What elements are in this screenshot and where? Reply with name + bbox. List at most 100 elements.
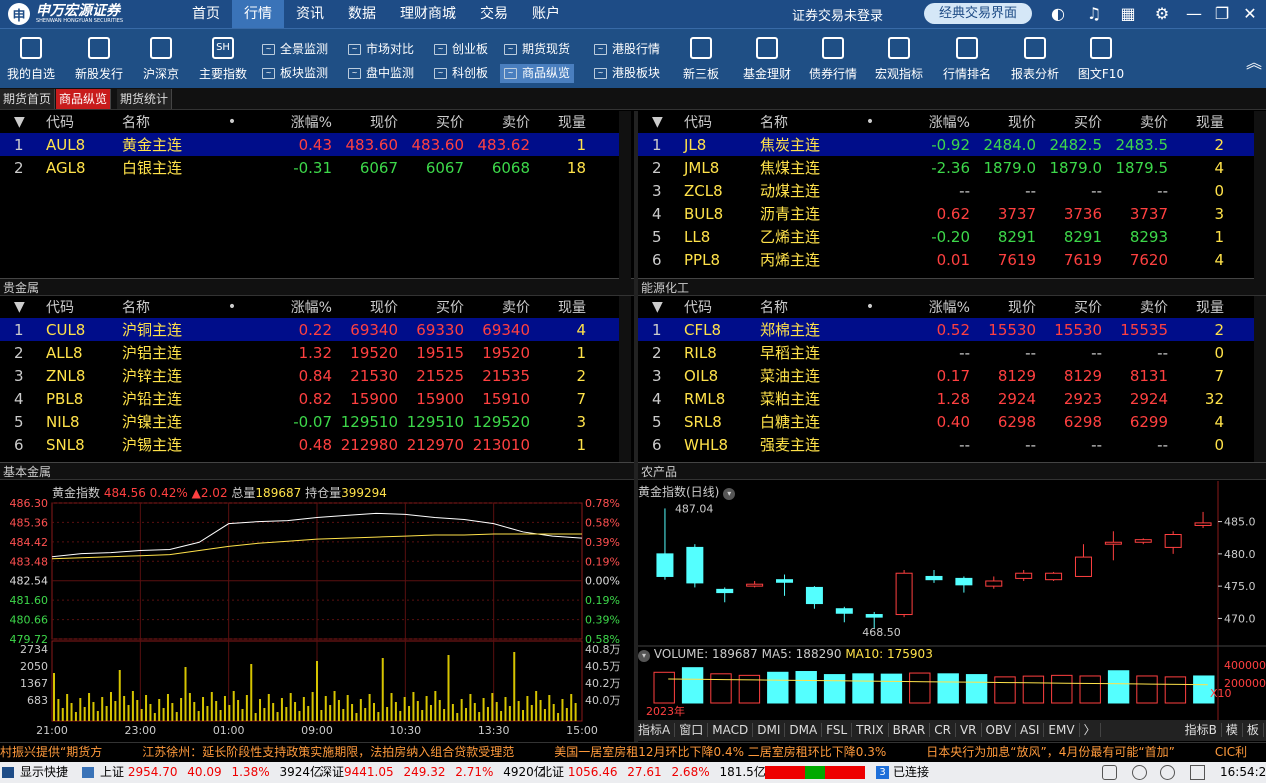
col-header-5[interactable]: 买价 <box>1040 112 1106 132</box>
chevron-down-icon[interactable]: ▾ <box>638 650 650 662</box>
col-header-4[interactable]: 现价 <box>974 112 1040 132</box>
col-header-6[interactable]: 卖价 <box>1106 297 1172 317</box>
quick-btn-0-0[interactable]: ~ 全景监测 <box>258 40 332 59</box>
table-row[interactable]: 4 RML8 菜粕主连 1.28 2924 2923 2924 32 <box>638 387 1266 410</box>
sound-icon[interactable] <box>1160 765 1175 780</box>
indicator-tab-2[interactable]: MACD <box>708 723 754 737</box>
ticker-item[interactable]: CIC利 <box>1215 745 1247 759</box>
col-header-6[interactable]: 卖价 <box>1106 112 1172 132</box>
indicator-tab-16[interactable]: 板 <box>1242 723 1264 737</box>
kline-chart[interactable]: 黄金指数(日线) ▾ 485.0 480.0 475.0 470.0 487.04 468… <box>638 481 1266 720</box>
headset-icon[interactable]: ♫ <box>1084 4 1104 24</box>
nav-item-0[interactable]: 首页 <box>180 0 232 28</box>
news-ticker[interactable]: 村振兴提供“期货方 江苏徐州：延长阶段性支持政策实施期限，法拍房纳入组合贷款受理范… <box>0 742 1266 762</box>
col-header-1[interactable]: 名称 <box>114 297 210 317</box>
restore-icon[interactable]: ❐ <box>1212 4 1232 24</box>
col-header-0[interactable]: 代码 <box>38 112 114 132</box>
col-header-1[interactable]: 名称 <box>752 297 848 317</box>
toolbar-btn-2[interactable]: 沪深京 <box>130 35 192 82</box>
indicator-tab-7[interactable]: BRAR <box>888 723 931 737</box>
quick-btn-0-1[interactable]: ~ 板块监测 <box>258 64 332 83</box>
indicator-tab-8[interactable]: CR <box>930 723 956 737</box>
tab-futures-home[interactable]: 期货首页 <box>0 89 56 109</box>
quick-btn-3-0[interactable]: ~ 期货现货 <box>500 40 574 59</box>
indicator-tab-13[interactable]: 〉 <box>1079 723 1101 737</box>
col-header-6[interactable]: 卖价 <box>468 297 534 317</box>
indicator-tab-14[interactable]: 指标B <box>1180 723 1222 737</box>
quick-btn-3-1[interactable]: ~ 商品纵览 <box>500 64 575 83</box>
col-header-0[interactable]: 代码 <box>676 112 752 132</box>
nav-item-2[interactable]: 资讯 <box>284 0 336 28</box>
tab-futures-stats[interactable]: 期货统计 <box>117 89 173 109</box>
col-header-5[interactable]: 买价 <box>402 297 468 317</box>
nav-item-3[interactable]: 数据 <box>336 0 388 28</box>
search-icon[interactable] <box>1132 765 1147 780</box>
intraday-chart[interactable]: 黄金指数 484.56 0.42% ▲2.02 总量189687 持仓量3992… <box>0 481 634 742</box>
col-header-2[interactable]: • <box>848 114 892 130</box>
quick-btn-2-0[interactable]: ~ 创业板 <box>430 40 492 59</box>
tab-commodity-overview[interactable]: 商品纵览 <box>56 89 112 109</box>
table-row[interactable]: 3 ZNL8 沪锌主连 0.84 21530 21525 21535 2 <box>0 364 630 387</box>
col-header-0[interactable]: 代码 <box>676 297 752 317</box>
toolbar-right-btn-5[interactable]: 报表分析 <box>1004 35 1066 82</box>
quick-btn-2-1[interactable]: ~ 科创板 <box>430 64 492 83</box>
table-row[interactable]: 5 SRL8 白糖主连 0.40 6298 6298 6299 4 <box>638 410 1266 433</box>
table-row[interactable]: 2 AGL8 白银主连 -0.31 6067 6067 6068 18 <box>0 156 630 179</box>
indicator-tab-5[interactable]: FSL <box>822 723 853 737</box>
col-header-7[interactable]: 现量 <box>534 112 590 132</box>
scrollbar-mr[interactable] <box>1254 296 1266 462</box>
col-header-4[interactable]: 现价 <box>336 297 402 317</box>
col-header-2[interactable]: • <box>848 299 892 315</box>
grid-icon[interactable]: ▦ <box>1118 4 1138 24</box>
table-row[interactable]: 5 NIL8 沪镍主连 -0.07 129510 129510 129520 3 <box>0 410 630 433</box>
scrollbar-tr[interactable] <box>1254 111 1266 279</box>
toolbar-right-btn-1[interactable]: 基金理财 <box>736 35 798 82</box>
table-row[interactable]: 1 AUL8 黄金主连 0.43 483.60 483.60 483.62 1 <box>0 133 630 156</box>
table-row[interactable]: 4 PBL8 沪铅主连 0.82 15900 15900 15910 7 <box>0 387 630 410</box>
col-header-2[interactable]: • <box>210 299 254 315</box>
col-header-6[interactable]: 卖价 <box>468 112 534 132</box>
table-row[interactable]: 2 ALL8 沪铝主连 1.32 19520 19515 19520 1 <box>0 341 630 364</box>
sort-arrow-icon[interactable]: ▼ <box>638 114 676 130</box>
toolbar-btn-0[interactable]: 我的自选 <box>0 35 62 82</box>
scrollbar-ml[interactable] <box>619 296 631 462</box>
col-header-7[interactable]: 现量 <box>1172 112 1228 132</box>
scrollbar-tl[interactable] <box>619 111 631 279</box>
ticker-item[interactable]: 美国一居室房租12月环比下降0.4% 二居室房租环比下降0.3% <box>554 745 886 759</box>
col-header-7[interactable]: 现量 <box>1172 297 1228 317</box>
table-row[interactable]: 5 LL8 乙烯主连 -0.20 8291 8291 8293 1 <box>638 225 1266 248</box>
sort-arrow-icon[interactable]: ▼ <box>0 114 38 130</box>
classic-trade-button[interactable]: 经典交易界面 <box>924 3 1032 24</box>
sh-index[interactable]: 上证 2954.70 40.09 1.38% 3924亿 <box>100 762 322 783</box>
table-row[interactable]: 3 ZCL8 动煤主连 -- -- -- -- 0 <box>638 179 1266 202</box>
sort-arrow-icon[interactable]: ▼ <box>0 299 38 315</box>
indicator-tab-9[interactable]: VR <box>955 723 982 737</box>
table-row[interactable]: 6 PPL8 丙烯主连 0.01 7619 7619 7620 4 <box>638 248 1266 271</box>
col-header-4[interactable]: 现价 <box>336 112 402 132</box>
toolbar-right-btn-3[interactable]: 宏观指标 <box>868 35 930 82</box>
table-row[interactable]: 6 WHL8 强麦主连 -- -- -- -- 0 <box>638 433 1266 456</box>
indicator-tab-3[interactable]: DMI <box>753 723 786 737</box>
collapse-toolbar-icon[interactable]: ︽ <box>1246 49 1262 73</box>
col-header-1[interactable]: 名称 <box>114 112 210 132</box>
col-header-5[interactable]: 买价 <box>402 112 468 132</box>
col-header-5[interactable]: 买价 <box>1040 297 1106 317</box>
toolbar-right-btn-0[interactable]: 新三板 <box>670 35 732 82</box>
table-row[interactable]: 4 BUL8 沥青主连 0.62 3737 3736 3737 3 <box>638 202 1266 225</box>
nav-item-5[interactable]: 交易 <box>468 0 520 28</box>
settings-icon[interactable]: ⚙ <box>1152 4 1172 24</box>
col-header-0[interactable]: 代码 <box>38 297 114 317</box>
sort-arrow-icon[interactable]: ▼ <box>638 299 676 315</box>
col-header-3[interactable]: 涨幅% <box>892 297 974 317</box>
ticker-item[interactable]: 日本央行为加息“放风”，4月份最有可能“首加” <box>926 745 1175 759</box>
ticker-item[interactable]: 村振兴提供“期货方 <box>0 745 102 759</box>
quick-btn-4-0[interactable]: ~ 港股行情 <box>590 40 664 59</box>
col-header-7[interactable]: 现量 <box>534 297 590 317</box>
quick-btn-1-0[interactable]: ~ 市场对比 <box>344 40 418 59</box>
minimize-icon[interactable]: — <box>1184 4 1204 24</box>
toolbar-right-btn-2[interactable]: 债券行情 <box>802 35 864 82</box>
indicator-tab-4[interactable]: DMA <box>785 723 823 737</box>
table-row[interactable]: 1 JL8 焦炭主连 -0.92 2484.0 2482.5 2483.5 2 <box>638 133 1266 156</box>
toolbar-right-btn-4[interactable]: 行情排名 <box>936 35 998 82</box>
message-icon[interactable] <box>1190 765 1205 780</box>
